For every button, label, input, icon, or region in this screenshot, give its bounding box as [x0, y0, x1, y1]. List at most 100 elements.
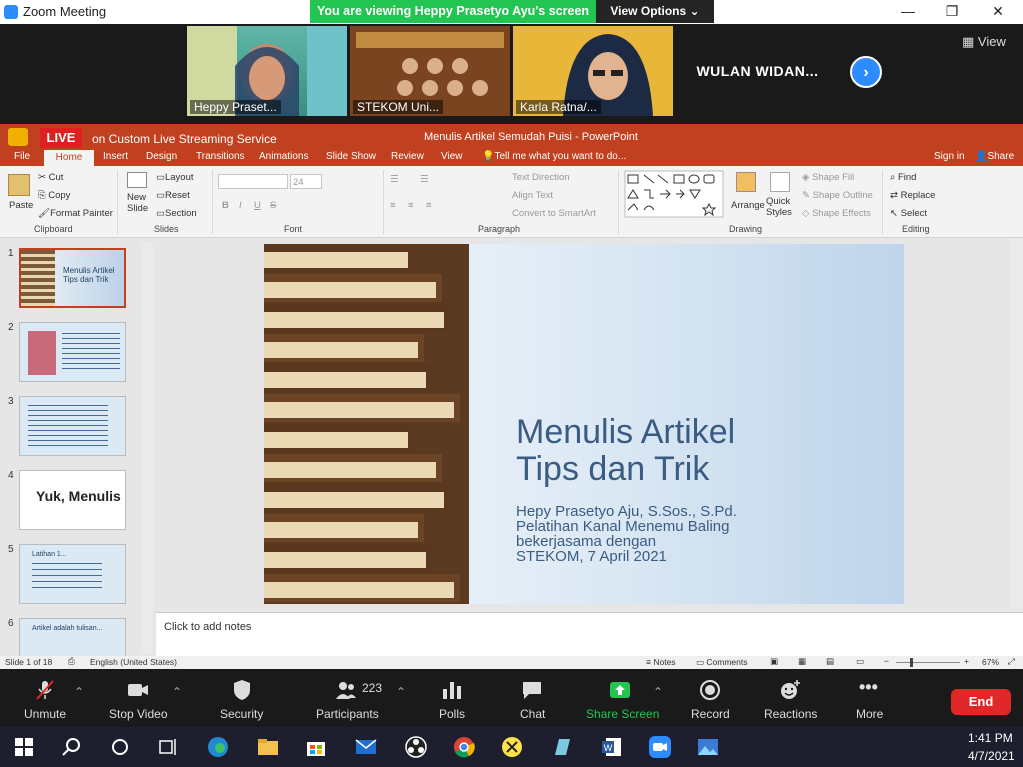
more-button[interactable]: More — [856, 707, 883, 721]
bold-icon[interactable]: B — [222, 200, 229, 211]
clock-time[interactable]: 1:41 PM — [968, 731, 1013, 745]
security-button[interactable]: Security — [220, 707, 263, 721]
share-screen-icon[interactable] — [609, 679, 631, 701]
tab-design[interactable]: Design — [146, 151, 177, 162]
shield-icon[interactable] — [231, 679, 253, 701]
zoom-slider-thumb[interactable] — [910, 658, 913, 667]
mail-icon[interactable] — [354, 735, 378, 759]
tab-insert[interactable]: Insert — [103, 151, 128, 162]
reset-button[interactable]: ▭Reset — [156, 190, 190, 201]
thumbnails-scrollbar[interactable] — [141, 242, 153, 654]
tab-home[interactable]: Home — [44, 150, 94, 166]
copy-button[interactable]: ⎘ Copy — [38, 190, 70, 201]
strikethrough-icon[interactable]: S — [270, 200, 276, 211]
language-label[interactable]: English (United States) — [90, 657, 177, 667]
maximize-icon[interactable]: ❐ — [942, 3, 962, 21]
word-icon[interactable]: W — [600, 735, 624, 759]
numbering-icon[interactable]: ☰ — [420, 174, 429, 185]
section-button[interactable]: ▭Section — [156, 208, 197, 219]
more-dots-icon[interactable]: ••• — [859, 677, 878, 698]
close-icon[interactable]: ✕ — [988, 3, 1008, 21]
align-left-icon[interactable]: ≡ — [390, 200, 396, 211]
slide-thumbnail[interactable]: Latihan 1... — [19, 544, 126, 604]
clock-date[interactable]: 4/7/2021 — [968, 749, 1015, 763]
notes-app-icon[interactable] — [550, 735, 574, 759]
replace-button[interactable]: ⇄ Replace — [890, 190, 935, 201]
layout-button[interactable]: ▭Layout — [156, 172, 194, 183]
slide-title[interactable]: Menulis Artikel Tips dan Trik — [516, 414, 735, 488]
participant-tile[interactable]: Karla Ratna/... — [513, 26, 673, 116]
file-explorer-icon[interactable] — [256, 735, 280, 759]
slide-scrollbar[interactable] — [1010, 238, 1023, 608]
end-meeting-button[interactable]: End — [951, 689, 1011, 715]
arrange-icon[interactable] — [736, 172, 756, 192]
streaming-app-icon[interactable] — [500, 735, 524, 759]
task-view-icon[interactable] — [156, 735, 180, 759]
participant-tile-name-only[interactable]: WULAN WIDAN... — [676, 26, 839, 116]
slide-sorter-icon[interactable]: ▦ — [798, 656, 806, 667]
shape-effects-button[interactable]: ◇ Shape Effects — [802, 208, 871, 219]
font-name-field[interactable] — [218, 174, 288, 189]
tab-view[interactable]: View — [441, 151, 463, 162]
quick-styles-icon[interactable] — [770, 172, 790, 192]
slideshow-icon[interactable]: ▭ — [856, 656, 864, 667]
live-service-label[interactable]: on Custom Live Streaming Service — [92, 132, 277, 146]
sign-in-link[interactable]: Sign in — [934, 151, 965, 162]
zoom-slider[interactable] — [896, 662, 960, 663]
mic-muted-icon[interactable] — [34, 679, 56, 701]
convert-smartart-button[interactable]: Convert to SmartArt — [512, 208, 596, 219]
participants-button[interactable]: Participants — [316, 707, 379, 721]
record-icon[interactable] — [699, 679, 721, 701]
participant-tile[interactable]: Heppy Praset... — [187, 26, 347, 116]
polls-button[interactable]: Polls — [439, 707, 465, 721]
cut-button[interactable]: ✂ Cut — [38, 172, 63, 183]
next-page-button[interactable]: › — [850, 56, 882, 88]
zoom-app-icon[interactable] — [648, 735, 672, 759]
align-right-icon[interactable]: ≡ — [426, 200, 432, 211]
fit-slide-icon[interactable]: ⤢ — [1008, 656, 1015, 667]
slide-thumbnail[interactable] — [19, 396, 126, 456]
tab-review[interactable]: Review — [391, 151, 424, 162]
stop-video-button[interactable]: Stop Video — [109, 707, 168, 721]
tab-animations[interactable]: Animations — [259, 151, 308, 162]
store-icon[interactable] — [304, 735, 328, 759]
cortana-icon[interactable] — [108, 735, 132, 759]
search-icon[interactable] — [60, 735, 84, 759]
new-slide-button[interactable]: New Slide — [127, 192, 153, 214]
italic-icon[interactable]: I — [239, 200, 242, 211]
new-slide-icon[interactable] — [127, 172, 147, 188]
tell-me-search[interactable]: 💡Tell me what you want to do... — [482, 151, 626, 162]
zoom-out-icon[interactable]: − — [884, 656, 889, 666]
video-camera-icon[interactable] — [127, 679, 149, 701]
photos-icon[interactable] — [696, 735, 720, 759]
slide-thumbnail[interactable]: Artikel adalah tulisan... — [19, 618, 126, 656]
spellcheck-icon[interactable]: ⎙ — [68, 656, 75, 667]
slide-subtitle[interactable]: Hepy Prasetyo Aju, S.Sos., S.Pd. Pelatih… — [516, 504, 737, 564]
underline-icon[interactable]: U — [254, 200, 261, 211]
comments-toggle[interactable]: ▭ Comments — [696, 657, 748, 668]
select-button[interactable]: ↖ Select — [890, 208, 927, 219]
participants-icon[interactable] — [335, 679, 357, 701]
chevron-up-icon[interactable]: ⌃ — [172, 685, 182, 699]
tab-slide-show[interactable]: Slide Show — [326, 151, 376, 162]
chevron-up-icon[interactable]: ⌃ — [74, 685, 84, 699]
zoom-percent[interactable]: 67% — [982, 657, 999, 667]
chevron-up-icon[interactable]: ⌃ — [653, 685, 663, 699]
windows-start-icon[interactable] — [12, 735, 36, 759]
record-button[interactable]: Record — [691, 707, 730, 721]
share-screen-button[interactable]: Share Screen — [586, 707, 659, 721]
normal-view-icon[interactable]: ▣ — [770, 656, 778, 667]
reactions-icon[interactable] — [779, 679, 801, 701]
reading-view-icon[interactable]: ▤ — [826, 656, 834, 667]
minimize-icon[interactable]: — — [898, 3, 918, 21]
tab-file[interactable]: File — [14, 151, 30, 162]
notes-pane[interactable]: Click to add notes — [156, 612, 1023, 656]
view-options-button[interactable]: View Options ⌄ — [596, 0, 714, 23]
chrome-icon[interactable] — [452, 735, 476, 759]
paste-icon[interactable] — [8, 174, 30, 196]
view-button[interactable]: ▦ View — [962, 34, 1006, 50]
current-slide[interactable]: Menulis Artikel Tips dan Trik Hepy Prase… — [264, 244, 904, 604]
zoom-in-icon[interactable]: + — [964, 656, 969, 666]
shapes-gallery[interactable] — [624, 170, 724, 218]
edge-icon[interactable] — [206, 735, 230, 759]
